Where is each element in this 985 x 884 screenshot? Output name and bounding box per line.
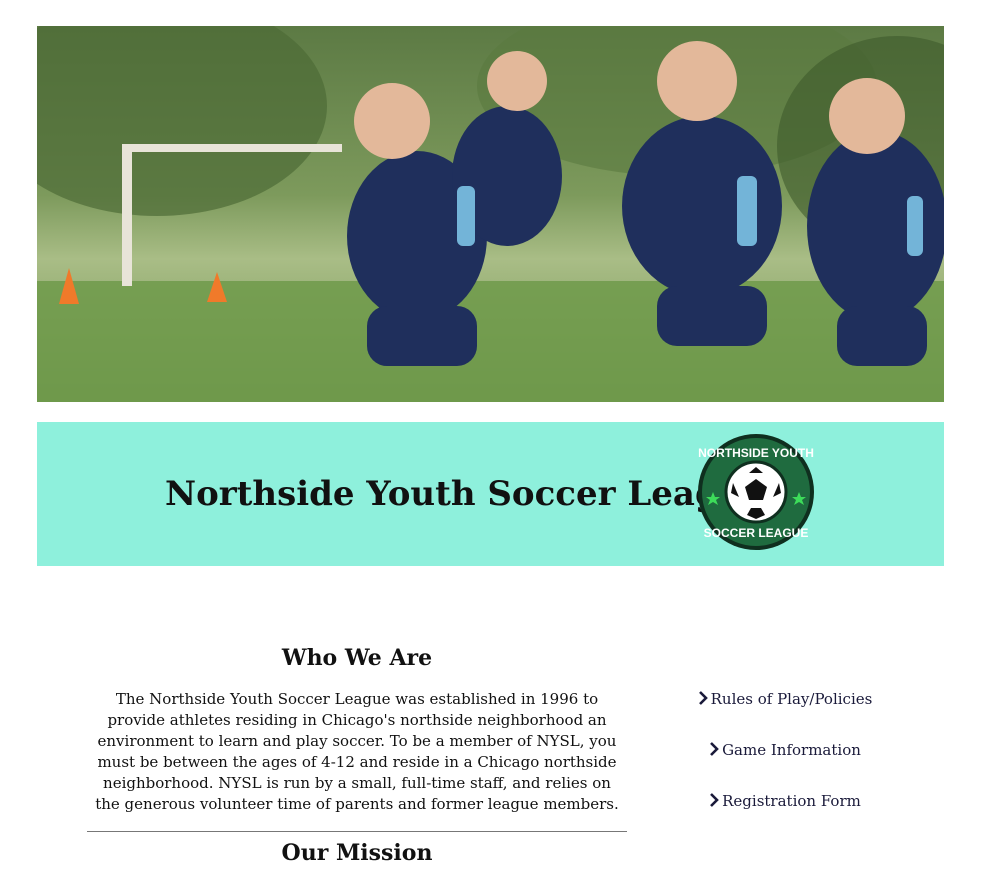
league-banner: Northside Youth Soccer League NORTHSIDE …	[37, 422, 944, 566]
game-information-label: Game Information	[722, 741, 861, 759]
chevron-right-icon	[698, 691, 708, 705]
rules-of-play-label: Rules of Play/Policies	[710, 690, 873, 708]
hero-image	[37, 26, 944, 402]
who-we-are-heading: Who We Are	[281, 645, 433, 671]
registration-form-link[interactable]: Registration Form	[650, 792, 920, 843]
section-divider	[87, 831, 627, 832]
game-information-link[interactable]: Game Information	[650, 741, 920, 792]
logo-text-top: NORTHSIDE YOUTH	[698, 446, 814, 460]
rules-of-play-link[interactable]: Rules of Play/Policies	[650, 690, 920, 741]
league-logo: NORTHSIDE YOUTH SOCCER LEAGUE	[698, 434, 814, 550]
hero-photo-illustration	[37, 26, 944, 402]
who-we-are-section: Who We Are The Northside Youth Soccer Le…	[87, 645, 627, 884]
our-mission-heading: Our Mission	[281, 840, 433, 866]
chevron-right-icon	[710, 793, 719, 807]
registration-form-label: Registration Form	[722, 792, 861, 810]
who-we-are-text: The Northside Youth Soccer League was es…	[95, 690, 619, 813]
quick-links: Rules of Play/Policies Game Information …	[650, 690, 920, 843]
logo-text-bottom: SOCCER LEAGUE	[704, 526, 809, 540]
league-title: Northside Youth Soccer League	[165, 474, 766, 514]
chevron-right-icon	[710, 742, 719, 756]
